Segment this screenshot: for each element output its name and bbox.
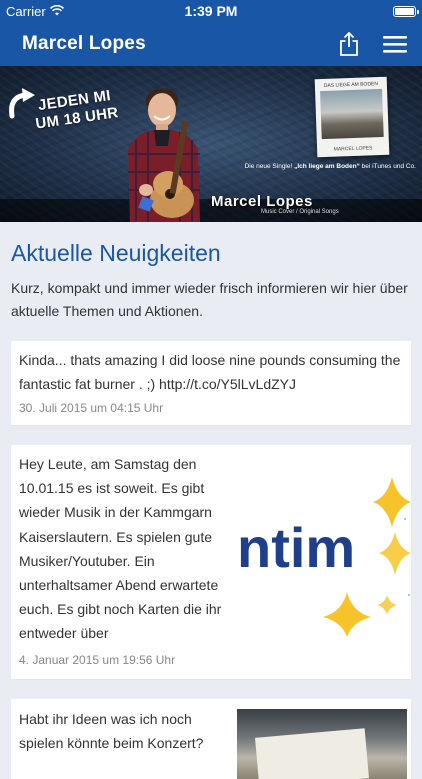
news-card-date: 30. Juli 2015 um 04:15 Uhr <box>19 401 164 415</box>
battery-fill <box>395 7 414 15</box>
banner-single-note: Die neue Single! „Ich liege am Boden“ be… <box>245 163 416 170</box>
status-left: Carrier <box>6 4 64 19</box>
banner-name: Marcel Lopes <box>211 193 313 210</box>
news-card-image-text: ntim <box>237 516 355 579</box>
page-title: Aktuelle Neuigkeiten <box>11 240 221 266</box>
nav-title: Marcel Lopes <box>22 33 146 54</box>
hamburger-menu-icon <box>383 36 407 53</box>
news-card-text: Habt ihr Ideen was ich noch spielen könn… <box>19 711 204 751</box>
banner-artist-name: Marcel Lopes Music Cover / Original Song… <box>211 193 339 215</box>
nav-bar: Marcel Lopes <box>0 22 422 66</box>
album-title: DAS LIEGE AM BODEN <box>323 81 379 89</box>
status-bar: Carrier 1:39 PM <box>0 0 422 22</box>
menu-button[interactable] <box>382 31 408 57</box>
artist-photo <box>128 88 200 222</box>
section-intro: Kurz, kompakt und immer wieder frisch in… <box>11 280 408 319</box>
battery-icon <box>393 5 419 17</box>
album-cover-image[interactable]: DAS LIEGE AM BODEN MARCEL LOPES <box>314 76 390 158</box>
news-card[interactable]: Kinda... thats amazing I did loose nine … <box>11 341 411 425</box>
album-artist: MARCEL LOPES <box>333 145 373 153</box>
nav-actions <box>336 31 408 57</box>
header-banner[interactable]: JEDEN MI UM 18 UHR DAS LIEGE AM BODEN MA… <box>0 66 422 222</box>
banner-tagline: Music Cover / Original Songs <box>261 209 339 215</box>
main-content: Aktuelle Neuigkeiten Kurz, kompakt und i… <box>0 240 422 779</box>
news-card-date: 4. Januar 2015 um 19:56 Uhr <box>19 653 176 667</box>
news-card-image[interactable] <box>237 709 407 779</box>
news-card-image-paper <box>255 728 369 779</box>
news-card[interactable]: Habt ihr Ideen was ich noch spielen könn… <box>11 699 411 779</box>
news-card-text: Hey Leute, am Samstag den 10.01.15 es is… <box>19 456 222 642</box>
single-prefix: Die neue Single! <box>244 163 295 170</box>
news-card[interactable]: Hey Leute, am Samstag den 10.01.15 es is… <box>11 445 411 679</box>
single-suffix: bei iTunes und Co. <box>359 163 416 170</box>
wifi-icon <box>49 4 64 19</box>
share-button[interactable] <box>336 31 362 57</box>
share-icon <box>340 31 358 56</box>
album-artwork <box>320 88 384 140</box>
news-card-text: Kinda... thats amazing I did loose nine … <box>19 352 401 392</box>
carrier-label: Carrier <box>6 3 46 19</box>
single-title: „Ich liege am Boden“ <box>294 163 360 170</box>
news-card-image[interactable]: ntim <box>237 477 411 637</box>
